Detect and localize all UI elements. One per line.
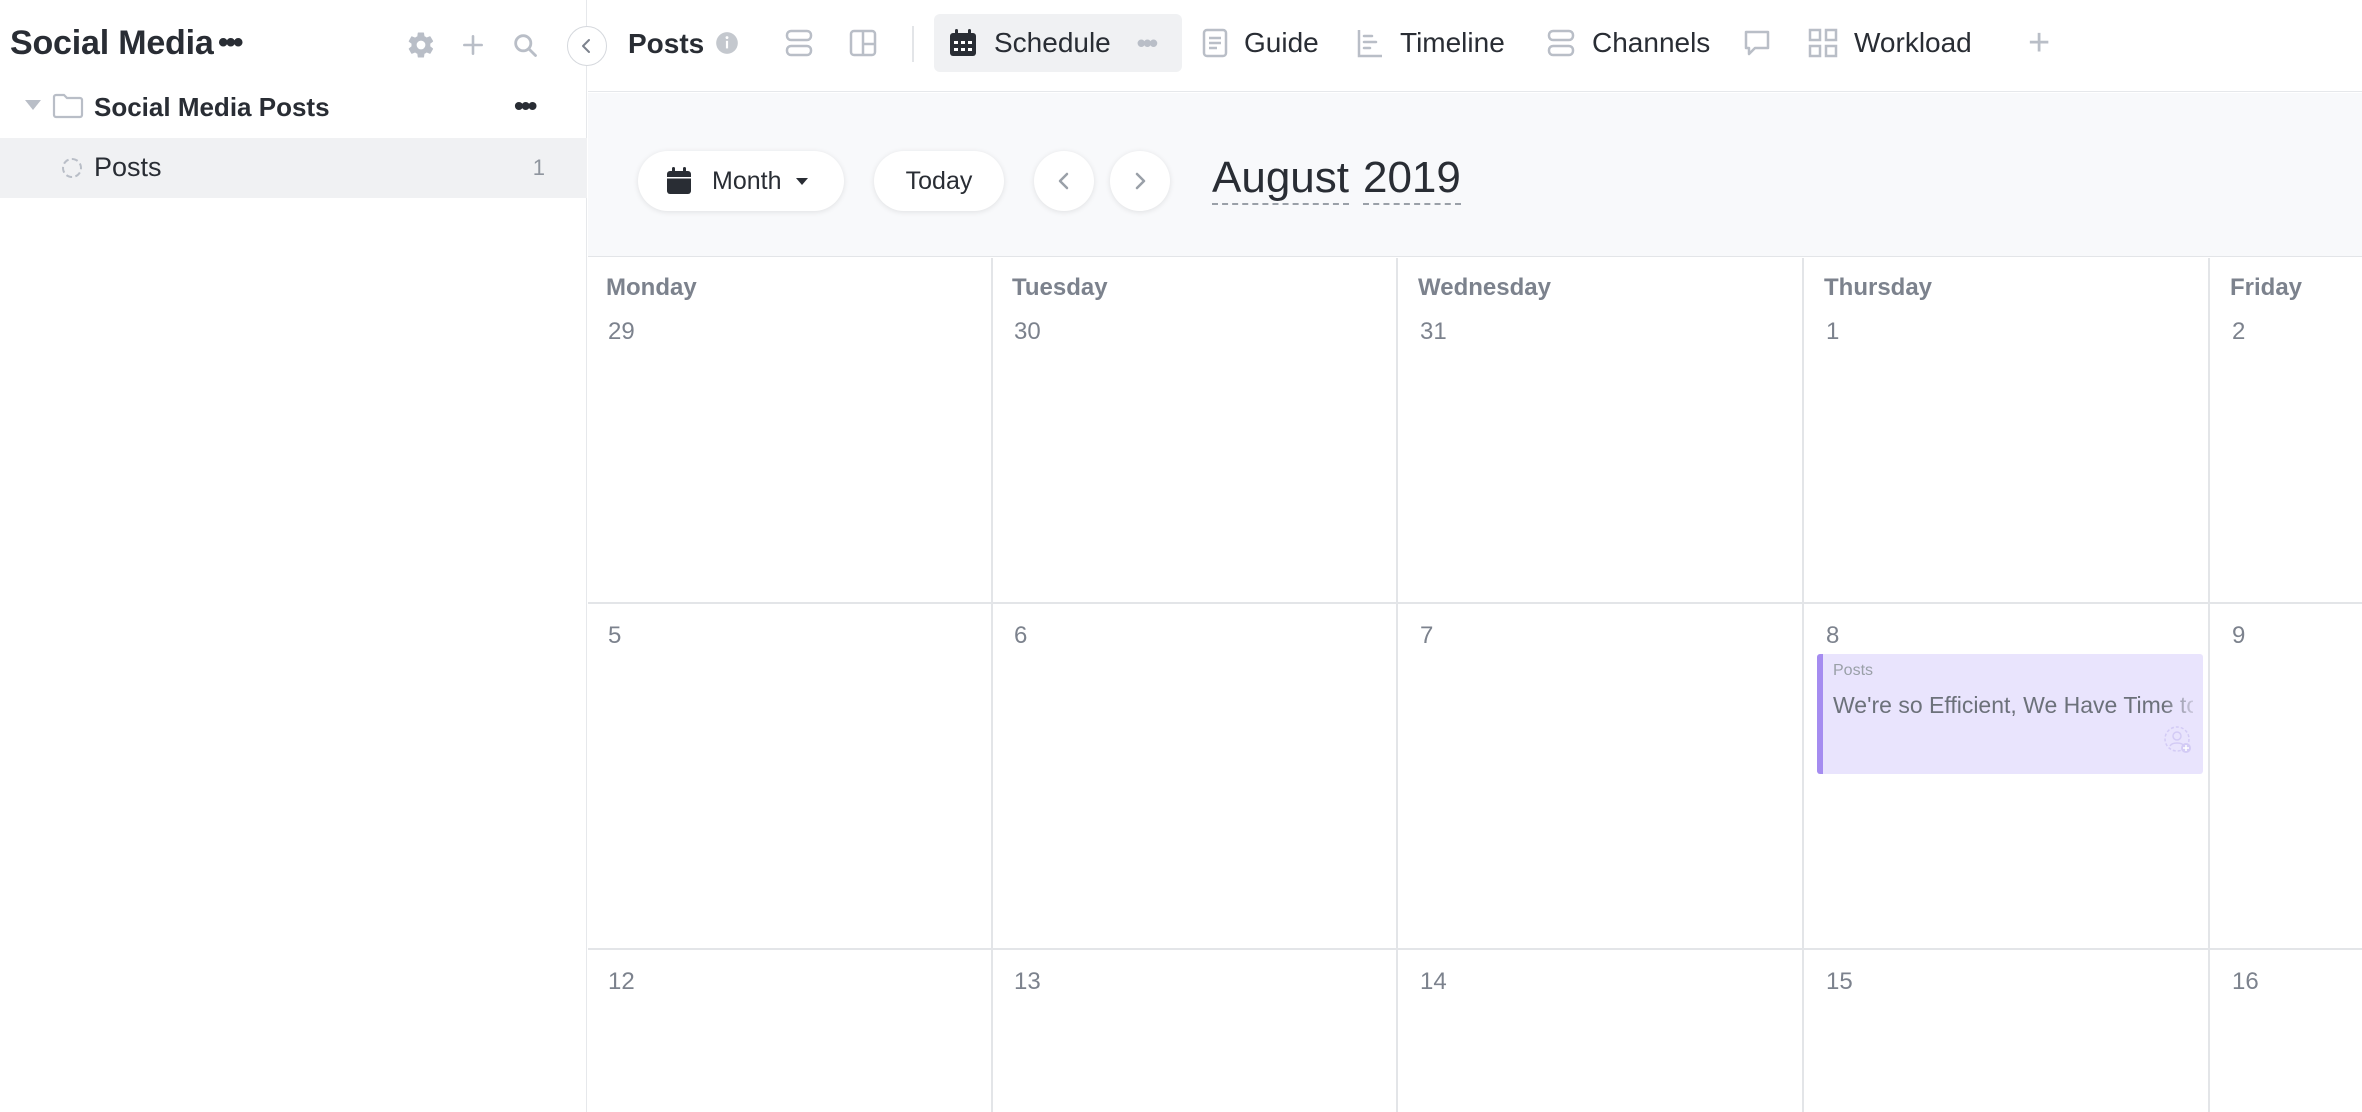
day-number[interactable]: 6	[1014, 622, 1027, 650]
tab-label: Workload	[1854, 27, 1972, 58]
nav-divider	[912, 26, 914, 62]
day-number[interactable]: 1	[1826, 318, 1839, 346]
calendar-event[interactable]: Posts We're so Efficient, We Have Time t…	[1817, 654, 2203, 774]
list-status-icon	[62, 158, 82, 178]
day-number[interactable]: 31	[1420, 318, 1447, 346]
caret-down-icon	[795, 176, 809, 186]
tab-label: Schedule	[994, 27, 1111, 58]
month-selector[interactable]: August	[1212, 153, 1349, 205]
space-menu-icon[interactable]: •••	[218, 26, 243, 60]
timeline-icon	[1356, 28, 1384, 58]
folder-icon	[52, 92, 84, 125]
tab-menu-icon[interactable]: •••	[1137, 28, 1158, 59]
day-number[interactable]: 12	[608, 968, 635, 996]
tab-chat[interactable]	[1742, 14, 1788, 72]
weekday-header: Wednesday	[1418, 274, 1551, 301]
grid-divider	[588, 948, 2362, 950]
tab-timeline[interactable]: Timeline	[1356, 14, 1505, 72]
day-number[interactable]: 13	[1014, 968, 1041, 996]
year-selector[interactable]: 2019	[1362, 153, 1461, 205]
day-number[interactable]: 30	[1014, 318, 1041, 346]
folder-label[interactable]: Social Media Posts	[94, 92, 330, 123]
chat-icon	[1742, 28, 1772, 58]
calendar-icon	[666, 167, 692, 195]
day-number[interactable]: 5	[608, 622, 621, 650]
chevron-left-icon	[1058, 172, 1069, 190]
tab-guide[interactable]: Guide	[1202, 14, 1319, 72]
add-assignee-icon[interactable]	[2163, 725, 2193, 760]
day-number[interactable]: 2	[2232, 318, 2245, 346]
view-mode-label: Month	[712, 166, 782, 195]
view-tabs-bar: Posts Schedule ••• Guide Timeline Channe…	[588, 0, 2362, 92]
previous-month-button[interactable]	[1034, 151, 1094, 211]
tab-schedule[interactable]: Schedule •••	[934, 14, 1182, 72]
space-title[interactable]: Social Media	[10, 24, 214, 63]
search-icon[interactable]	[508, 28, 542, 62]
sidebar-header: Social Media •••	[0, 0, 587, 90]
current-period-label: August 2019	[1212, 153, 1461, 205]
folder-menu-icon[interactable]: •••	[514, 90, 537, 122]
weekday-header: Monday	[606, 274, 697, 301]
next-month-button[interactable]	[1110, 151, 1170, 211]
today-label: Today	[905, 166, 973, 195]
add-view-plus-icon[interactable]: +	[2028, 22, 2050, 65]
event-title-fade	[2163, 692, 2203, 722]
chevron-right-icon	[1135, 172, 1146, 190]
info-icon[interactable]	[714, 30, 740, 61]
folder-row[interactable]: Social Media Posts •••	[0, 86, 587, 126]
grid-divider	[1802, 258, 1804, 1112]
today-button[interactable]: Today	[874, 151, 1004, 211]
calendar-grid: Monday Tuesday Wednesday Thursday Friday…	[588, 258, 2362, 1112]
sidebar-item-posts[interactable]: Posts 1	[0, 138, 587, 198]
sidebar: Social Media ••• Social Media Posts ••• …	[0, 0, 587, 1112]
tab-channels[interactable]: Channels	[1546, 14, 1710, 72]
list-title[interactable]: Posts	[628, 28, 704, 60]
tab-label: Channels	[1592, 27, 1711, 58]
board-view-icon[interactable]	[848, 28, 878, 63]
grid-divider	[991, 258, 993, 1112]
day-number[interactable]: 16	[2232, 968, 2259, 996]
day-number[interactable]: 8	[1826, 622, 1839, 650]
channels-icon	[1546, 28, 1576, 58]
view-mode-dropdown[interactable]: Month	[638, 151, 844, 211]
chevron-left-icon	[582, 39, 590, 53]
grid-divider	[1396, 258, 1398, 1112]
day-number[interactable]: 15	[1826, 968, 1853, 996]
calendar-icon	[948, 28, 978, 58]
settings-gear-icon[interactable]	[404, 28, 438, 62]
tab-workload[interactable]: Workload	[1808, 14, 1972, 72]
grid-divider	[588, 602, 2362, 604]
list-view-icon[interactable]	[784, 28, 814, 63]
caret-down-icon[interactable]	[24, 98, 42, 117]
add-plus-icon[interactable]	[456, 28, 490, 62]
document-icon	[1202, 28, 1228, 58]
weekday-header: Thursday	[1824, 274, 1933, 301]
tab-label: Timeline	[1400, 27, 1505, 58]
grid-divider	[2208, 258, 2210, 1112]
day-number[interactable]: 14	[1420, 968, 1447, 996]
day-number[interactable]: 29	[608, 318, 635, 346]
tab-label: Guide	[1244, 27, 1319, 58]
sidebar-item-label: Posts	[94, 152, 162, 182]
grid-icon	[1808, 28, 1838, 58]
day-number[interactable]: 9	[2232, 622, 2245, 650]
task-count: 1	[532, 155, 545, 180]
event-title: We're so Efficient, We Have Time to Spar…	[1833, 692, 2193, 718]
event-list-name: Posts	[1833, 662, 1874, 679]
day-number[interactable]: 7	[1420, 622, 1433, 650]
weekday-header: Friday	[2230, 274, 2303, 301]
collapse-sidebar-button[interactable]	[567, 26, 607, 66]
calendar-toolbar: Month Today August 2019	[588, 93, 2362, 257]
weekday-header: Tuesday	[1012, 274, 1108, 301]
